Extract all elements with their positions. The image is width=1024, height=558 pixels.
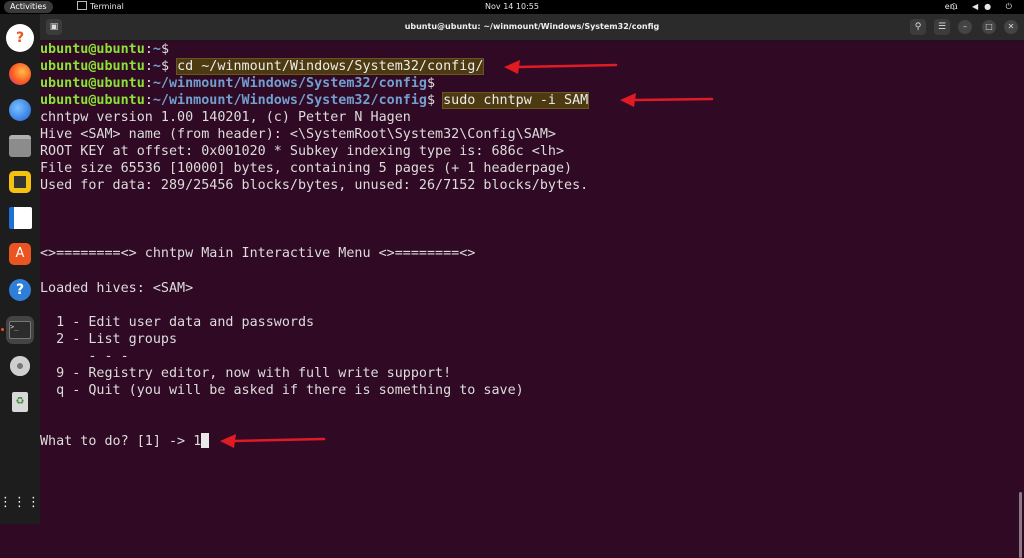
app-center-icon[interactable]: A xyxy=(6,240,34,268)
trash-icon[interactable]: ♻ xyxy=(6,388,34,416)
prompt-colon: : xyxy=(144,59,153,74)
prompt-user: ubuntu@ubuntu xyxy=(40,59,145,74)
clock[interactable]: Nov 14 10:55 xyxy=(0,0,1024,14)
menu-item: q - Quit (you will be asked if there is … xyxy=(40,383,524,398)
prompt-dollar: $ xyxy=(160,59,178,74)
annotation-arrow-icon xyxy=(620,93,714,107)
annotation-arrow-icon xyxy=(220,434,326,448)
help-icon[interactable]: ? xyxy=(6,24,34,52)
output-line: Hive <SAM> name (from header): <\SystemR… xyxy=(40,127,556,142)
command-text: sudo chntpw -i SAM xyxy=(442,92,590,109)
prompt-user: ubuntu@ubuntu xyxy=(40,93,145,108)
prompt-colon: : xyxy=(144,76,153,91)
menu-item: 1 - Edit user data and passwords xyxy=(40,315,315,330)
close-icon[interactable]: ✕ xyxy=(1004,20,1018,34)
dock: ? A ? >_ ♻ ⋮⋮⋮ xyxy=(0,14,40,524)
loaded-hives: Loaded hives: <SAM> xyxy=(40,281,194,296)
writer-icon[interactable] xyxy=(6,204,34,232)
prompt-path: ~/winmount/Windows/System32/config xyxy=(152,93,427,108)
system-status-icons[interactable]: ⬡ ◀● ⏻ xyxy=(950,0,1018,14)
command-text: cd ~/winmount/Windows/System32/config/ xyxy=(176,58,485,75)
terminal-output[interactable]: ubuntu@ubuntu:~$ ubuntu@ubuntu:~$ cd ~/w… xyxy=(40,40,1024,558)
menu-item: 2 - List groups xyxy=(40,332,178,347)
scrollbar[interactable] xyxy=(1019,492,1022,558)
input-prompt-line: What to do? [1] -> 1 xyxy=(40,433,210,450)
window-title: ubuntu@ubuntu: ~/winmount/Windows/System… xyxy=(404,22,660,31)
top-bar: Activities Terminal Nov 14 10:55 en₁ ⬡ ◀… xyxy=(0,0,1024,14)
prompt-dollar: $ xyxy=(426,93,444,108)
annotation-arrow-icon xyxy=(504,60,618,74)
output-line: chntpw version 1.00 140201, (c) Petter N… xyxy=(40,110,411,125)
running-indicator xyxy=(1,328,4,331)
rhythmbox-icon[interactable] xyxy=(6,168,34,196)
help-icon[interactable]: ? xyxy=(6,276,34,304)
files-icon[interactable] xyxy=(6,132,34,160)
prompt-path: ~/winmount/Windows/System32/config xyxy=(152,76,427,91)
prompt-path: ~ xyxy=(152,59,161,74)
output-line: ROOT KEY at offset: 0x001020 * Subkey in… xyxy=(40,144,565,159)
input-question: What to do? [1] -> xyxy=(40,434,194,449)
prompt-dollar: $ xyxy=(160,42,178,57)
input-answer: 1 xyxy=(193,434,202,449)
prompt-colon: : xyxy=(144,42,153,57)
prompt-colon: : xyxy=(144,93,153,108)
app-grid-icon[interactable]: ⋮⋮⋮ xyxy=(0,488,40,516)
prompt-line: ubuntu@ubuntu:~/winmount/Windows/System3… xyxy=(40,75,443,92)
menu-separator: - - - xyxy=(40,349,129,364)
prompt-path: ~ xyxy=(152,42,161,57)
menu-icon[interactable]: ☰ xyxy=(934,19,950,35)
search-icon[interactable]: ⚲ xyxy=(910,19,926,35)
terminal-icon[interactable]: >_ xyxy=(6,316,34,344)
prompt-line: ubuntu@ubuntu:~$ cd ~/winmount/Windows/S… xyxy=(40,58,485,75)
output-line: Used for data: 289/25456 blocks/bytes, u… xyxy=(40,178,589,193)
thunderbird-icon[interactable] xyxy=(6,96,34,124)
prompt-user: ubuntu@ubuntu xyxy=(40,76,145,91)
disc-icon[interactable] xyxy=(6,352,34,380)
prompt-dollar: $ xyxy=(426,76,444,91)
prompt-line: ubuntu@ubuntu:~/winmount/Windows/System3… xyxy=(40,92,590,109)
prompt-user: ubuntu@ubuntu xyxy=(40,42,145,57)
prompt-line: ubuntu@ubuntu:~$ xyxy=(40,41,177,58)
text-cursor xyxy=(201,433,210,448)
firefox-icon[interactable] xyxy=(6,60,34,88)
menu-title: <>========<> chntpw Main Interactive Men… xyxy=(40,246,476,261)
menu-item: 9 - Registry editor, now with full write… xyxy=(40,366,452,381)
output-line: File size 65536 [10000] bytes, containin… xyxy=(40,161,573,176)
maximize-icon[interactable]: □ xyxy=(982,20,996,34)
minimize-icon[interactable]: – xyxy=(958,20,972,34)
window-headerbar: ▣ ubuntu@ubuntu: ~/winmount/Windows/Syst… xyxy=(40,14,1024,41)
